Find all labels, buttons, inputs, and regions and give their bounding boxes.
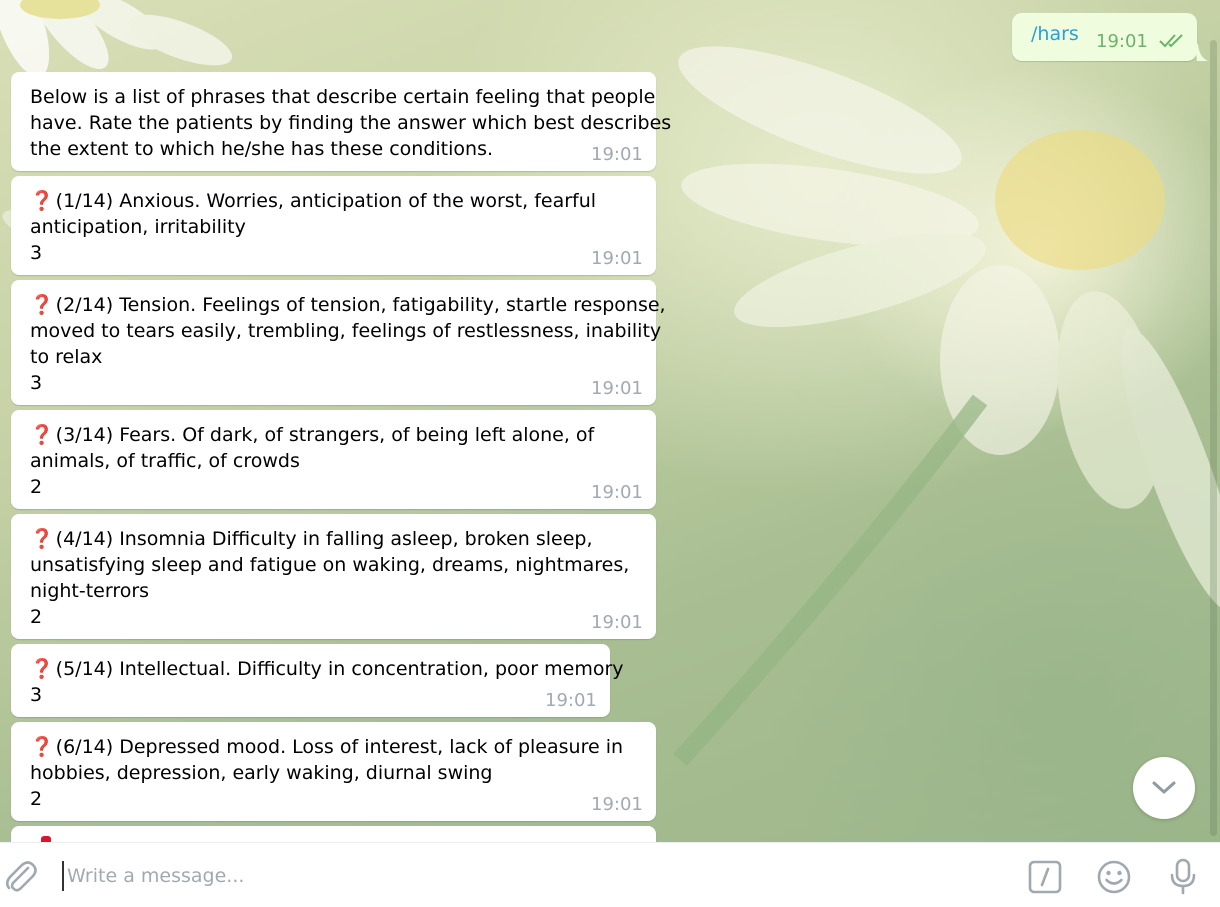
message-line: anticipation, irritability [30, 216, 246, 238]
message-line: to relax [30, 346, 103, 368]
message-line: night-terrors [30, 580, 150, 602]
message-line: unsatisfying sleep and fatigue on waking… [30, 554, 630, 576]
incoming-message-bubble[interactable]: ❓ (5/14) Intellectual. Difficulty in conc… [11, 644, 624, 717]
message-line: animals, of traffic, of crowds [30, 450, 300, 472]
message-text: ❓ (3/14) Fears. Of dark, of strangers, of… [30, 422, 594, 500]
incoming-message-bubble[interactable]: ❓ (1/14) Anxious. Worries, anticipation o… [11, 176, 656, 275]
outgoing-message-bubble[interactable]: /hars 19:01 [1012, 13, 1197, 61]
microphone-icon[interactable] [1168, 858, 1198, 900]
message-text: Below is a list of phrases that describe… [30, 84, 671, 162]
message-line: (5/14) Intellectual. Difficulty in conce… [55, 658, 624, 680]
message-text: ❓ (5/14) Intellectual. Difficulty in conc… [30, 656, 624, 708]
answer-value: 3 [30, 372, 43, 394]
double-check-icon [1159, 32, 1187, 52]
message-input[interactable] [62, 861, 962, 891]
question-mark-icon: ❓ [30, 528, 54, 550]
message-time: 19:01 [591, 612, 643, 633]
message-line: the extent to which he/she has these con… [30, 138, 494, 160]
message-text: ❓ (1/14) Anxious. Worries, anticipation o… [30, 188, 596, 266]
answer-value: 2 [30, 476, 43, 498]
message-line: moved to tears easily, trembling, feelin… [30, 320, 662, 342]
answer-value: 2 [30, 606, 43, 628]
message-time: 19:01 [591, 482, 643, 503]
question-mark-icon: ❓ [30, 294, 54, 316]
answer-value: 2 [30, 788, 43, 810]
message-line: hobbies, depression, early waking, diurn… [30, 762, 493, 784]
question-mark-icon: ❓ [30, 736, 54, 758]
message-time: 19:01 [545, 690, 597, 711]
scrollbar-thumb[interactable] [1210, 40, 1217, 836]
question-mark-icon: ❓ [30, 424, 54, 446]
incoming-message-bubble[interactable]: ❓ (4/14) Insomnia Difficulty in falling a… [11, 514, 656, 639]
message-line: Below is a list of phrases that describe… [30, 86, 656, 108]
smile-icon[interactable] [1096, 859, 1132, 899]
incoming-message-bubble[interactable]: ❓ (6/14) Depressed mood. Loss of interest… [11, 722, 656, 821]
incoming-message-bubble-partial[interactable] [11, 826, 656, 842]
question-mark-icon: ❓ [30, 658, 54, 680]
message-composer [0, 842, 1220, 907]
incoming-message-bubble[interactable]: ❓ (3/14) Fears. Of dark, of strangers, of… [11, 410, 656, 509]
message-time: 19:01 [591, 248, 643, 269]
message-text: ❓ (4/14) Insomnia Difficulty in falling a… [30, 526, 629, 630]
chat-history[interactable]: /hars 19:01 Below is a list of phrases t… [0, 0, 1220, 842]
slash-command-icon[interactable] [1028, 860, 1062, 898]
message-line: have. Rate the patients by finding the a… [30, 112, 672, 134]
message-text: ❓ (6/14) Depressed mood. Loss of interest… [30, 734, 623, 812]
message-time: 19:01 [591, 794, 643, 815]
message-time: 19:01 [591, 144, 643, 165]
message-line: (4/14) Insomnia Difficulty in falling as… [55, 528, 593, 550]
paperclip-icon[interactable] [4, 859, 38, 899]
message-line: (1/14) Anxious. Worries, anticipation of… [55, 190, 597, 212]
answer-value: 3 [30, 684, 43, 706]
bot-command-link[interactable]: /hars [1031, 23, 1079, 45]
message-line: (2/14) Tension. Feelings of tension, fat… [55, 294, 666, 316]
incoming-message-bubble[interactable]: ❓ (2/14) Tension. Feelings of tension, fa… [11, 280, 666, 405]
question-mark-icon: ❓ [30, 190, 54, 212]
chevron-down-icon [1152, 781, 1176, 794]
bubble-tail [1195, 44, 1208, 61]
message-time: 19:01 [1096, 31, 1148, 52]
message-line: (3/14) Fears. Of dark, of strangers, of … [55, 424, 595, 446]
message-line: (6/14) Depressed mood. Loss of interest,… [55, 736, 624, 758]
message-text: ❓ (2/14) Tension. Feelings of tension, fa… [30, 292, 666, 396]
answer-value: 3 [30, 242, 43, 264]
message-time: 19:01 [591, 378, 643, 399]
scroll-down-button[interactable] [1133, 757, 1195, 819]
incoming-message-bubble[interactable]: Below is a list of phrases that describe… [11, 72, 671, 171]
